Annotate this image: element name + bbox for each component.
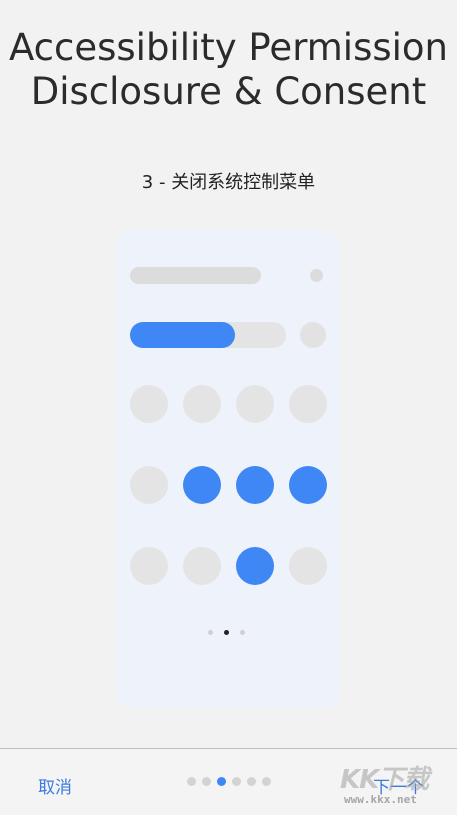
progress-dot (247, 777, 256, 786)
progress-dot (187, 777, 196, 786)
onboarding-progress-dots (187, 777, 271, 786)
control-toggle-2-3-on (236, 466, 274, 504)
cancel-button[interactable]: 取消 (38, 773, 72, 798)
bottom-navigation-bar: 取消 下一个 KK下载 www.kkx.net (0, 748, 457, 815)
title-line-1: Accessibility Permission (9, 26, 448, 69)
progress-dot (232, 777, 241, 786)
step-instruction: 3 - 关闭系统控制菜单 (141, 172, 316, 193)
illustration-pager (208, 630, 245, 635)
control-toggle-2-4-on (289, 466, 327, 504)
control-toggle-grid (130, 385, 327, 585)
status-dot-icon (310, 269, 323, 282)
control-toggle-1-3-off (236, 385, 274, 423)
control-toggle-3-2-off (183, 547, 221, 585)
illustration-pager-dot (240, 630, 245, 635)
control-toggle-2-1-off (130, 466, 168, 504)
phone-illustration (116, 230, 340, 708)
control-toggle-3-3-on (236, 547, 274, 585)
page-title: Accessibility Permission Disclosure & Co… (0, 26, 457, 114)
illustration-pager-dot (208, 630, 213, 635)
control-toggle-1-2-off (183, 385, 221, 423)
brightness-slider-fill (130, 322, 235, 348)
control-toggle-1-4-off (289, 385, 327, 423)
progress-dot (217, 777, 226, 786)
control-toggle-3-4-off (289, 547, 327, 585)
control-toggle-3-1-off (130, 547, 168, 585)
progress-dot (262, 777, 271, 786)
status-bar-placeholder (130, 267, 261, 284)
control-toggle-2-2-on (183, 466, 221, 504)
watermark: KK下载 www.kkx.net (340, 759, 455, 809)
control-toggle-1-1-off (130, 385, 168, 423)
brightness-slider (130, 322, 286, 348)
illustration-pager-dot (224, 630, 229, 635)
watermark-logo: KK下载 (340, 765, 429, 795)
watermark-url: www.kkx.net (344, 793, 417, 806)
progress-dot (202, 777, 211, 786)
title-line-2: Disclosure & Consent (30, 70, 427, 113)
slider-toggle-icon (300, 322, 326, 348)
